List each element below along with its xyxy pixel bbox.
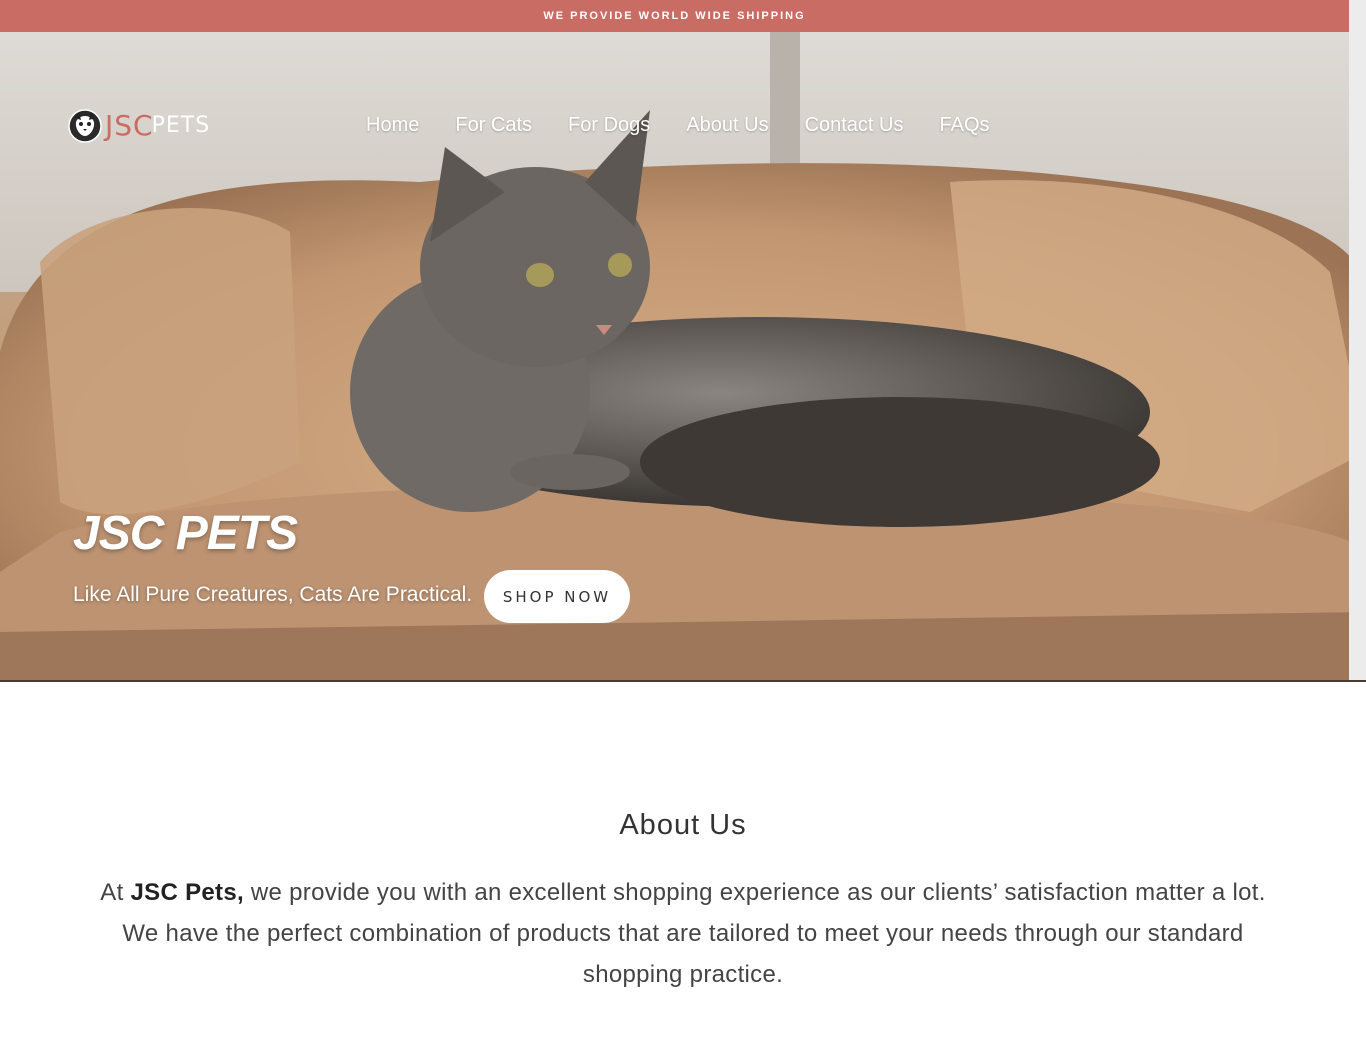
nav-for-cats[interactable]: For Cats <box>455 114 532 137</box>
site-logo[interactable]: JSC PETS <box>67 108 210 144</box>
bed-rim-left <box>40 208 300 515</box>
about-body: we provide you with an excellent shoppin… <box>122 879 1266 988</box>
logo-pets-text: PETS <box>151 113 211 138</box>
page-scrollbar[interactable] <box>1349 0 1366 682</box>
cat-tail <box>640 397 1160 527</box>
about-title: About Us <box>619 809 747 841</box>
about-section: About Us At JSC Pets, we provide you wit… <box>0 682 1366 1049</box>
dog-logo-icon <box>68 109 102 143</box>
nav-for-dogs[interactable]: For Dogs <box>568 114 650 137</box>
cat-eye-left <box>526 263 554 287</box>
shipping-banner-text: WE PROVIDE WORLD WIDE SHIPPING <box>543 10 806 22</box>
nav-about-us[interactable]: About Us <box>686 114 768 137</box>
main-nav: JSC PETS Home For Cats For Dogs About Us… <box>0 94 1349 143</box>
about-brand: JSC Pets, <box>130 879 244 906</box>
hero-subtitle: Like All Pure Creatures, Cats Are Practi… <box>73 583 473 606</box>
hero-section: JSC PETS Home For Cats For Dogs About Us… <box>0 32 1366 682</box>
cat-eye-right <box>608 253 632 277</box>
about-text: At JSC Pets, we provide you with an exce… <box>83 872 1283 995</box>
about-lead: At <box>100 879 131 906</box>
nav-links: Home For Cats For Dogs About Us Contact … <box>366 114 1026 137</box>
shop-now-button[interactable]: SHOP NOW <box>484 570 630 623</box>
logo-jsc-text: JSC <box>105 109 154 142</box>
hero-title: JSC PETS <box>73 507 298 560</box>
nav-faqs[interactable]: FAQs <box>940 114 990 137</box>
nav-home[interactable]: Home <box>366 114 419 137</box>
shipping-banner: WE PROVIDE WORLD WIDE SHIPPING <box>0 0 1349 32</box>
nav-contact-us[interactable]: Contact Us <box>805 114 904 137</box>
cat-paw <box>510 454 630 490</box>
